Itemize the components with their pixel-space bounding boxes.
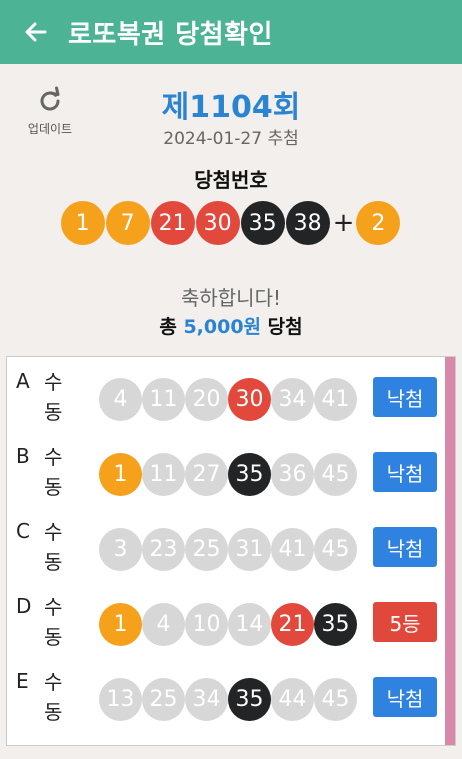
ticket-ball: 41: [271, 528, 314, 571]
ticket-ball: 27: [185, 453, 228, 496]
prize-suffix: 당첨: [267, 316, 303, 338]
winning-ball: 38: [285, 201, 330, 245]
ticket-ball: 35: [314, 603, 357, 646]
winning-ball: 30: [195, 201, 240, 245]
back-arrow-icon[interactable]: [14, 10, 58, 54]
ticket-ball: 11: [142, 453, 185, 496]
ticket-numbers: 13 25 34 35 44 45: [99, 678, 357, 721]
ticket-mode: 수동: [44, 595, 63, 649]
ticket-ball: 3: [99, 528, 142, 571]
plus-sign: +: [332, 208, 355, 238]
ticket-letter: A: [16, 369, 30, 393]
draw-round: 제1104회: [161, 90, 301, 125]
ticket-ball: 34: [185, 678, 228, 721]
ticket-ball: 45: [314, 453, 357, 496]
winning-ball: 1: [60, 201, 105, 245]
ticket-mode: 수동: [44, 520, 63, 574]
ticket-ball: 25: [142, 678, 185, 721]
ticket-row: A 수동 4 11 20 30 34 41 낙첨: [7, 357, 445, 432]
ticket-row: B 수동 1 11 27 35 36 45 낙첨: [7, 432, 445, 507]
ticket-ball: 34: [271, 378, 314, 421]
result-badge[interactable]: 낙첨: [373, 527, 437, 567]
ticket-ball: 14: [228, 603, 271, 646]
ticket-letter: B: [16, 444, 30, 468]
ticket-ball: 20: [185, 378, 228, 421]
result-badge[interactable]: 5등: [373, 602, 437, 642]
ticket-ball: 1: [99, 603, 142, 646]
result-badge[interactable]: 낙첨: [373, 677, 437, 717]
ticket-ball: 23: [142, 528, 185, 571]
ticket-row: E 수동 13 25 34 35 44 45 낙첨: [7, 657, 445, 732]
ticket-ball: 13: [99, 678, 142, 721]
winning-ball: 21: [150, 201, 195, 245]
ticket-letter: C: [16, 519, 30, 543]
ticket-letter: E: [16, 669, 29, 693]
ticket-numbers: 4 11 20 30 34 41: [99, 378, 357, 421]
prize-total: 총 5,000원 당첨: [0, 312, 462, 339]
ticket-ball: 4: [142, 603, 185, 646]
ticket-ball: 11: [142, 378, 185, 421]
congrats-message: 축하합니다!: [180, 286, 282, 310]
ticket-ball: 10: [185, 603, 228, 646]
result-badge[interactable]: 낙첨: [373, 452, 437, 492]
ticket-ball: 44: [271, 678, 314, 721]
winning-ball: 35: [240, 201, 285, 245]
ticket-ball: 1: [99, 453, 142, 496]
ticket-row: D 수동 1 4 10 14 21 35 5등: [7, 582, 445, 657]
winning-numbers-label: 당첨번호: [194, 168, 268, 192]
ticket-ball: 45: [314, 528, 357, 571]
prize-prefix: 총: [159, 316, 177, 338]
ticket-ball: 30: [228, 378, 271, 421]
ticket-numbers: 3 23 25 31 41 45: [99, 528, 357, 571]
app-bar: 로또복권 당첨확인: [0, 0, 462, 64]
ticket-mode: 수동: [44, 670, 63, 724]
winning-numbers: 1 7 21 30 35 38 + 2: [0, 201, 462, 245]
ticket-ball: 31: [228, 528, 271, 571]
page-title: 로또복권 당첨확인: [68, 19, 273, 50]
ticket-ball: 35: [228, 678, 271, 721]
ticket-letter: D: [16, 594, 32, 618]
ticket-mode: 수동: [44, 370, 63, 424]
prize-amount: 5,000원: [183, 316, 262, 338]
ticket-row: C 수동 3 23 25 31 41 45 낙첨: [7, 507, 445, 582]
ticket-ball: 25: [185, 528, 228, 571]
ticket-ball: 41: [314, 378, 357, 421]
ticket-ball: 4: [99, 378, 142, 421]
ticket-ball: 21: [271, 603, 314, 646]
draw-date: 2024-01-27 추첨: [163, 129, 299, 149]
ticket-list: A 수동 4 11 20 30 34 41 낙첨 B 수동 1 11 27 35 36 45 낙첨 C 수동 3 23 25…: [6, 356, 456, 746]
bonus-ball: 2: [356, 201, 401, 245]
ticket-ball: 35: [228, 453, 271, 496]
ticket-ball: 45: [314, 678, 357, 721]
ticket-ball: 36: [271, 453, 314, 496]
scrollbar[interactable]: [445, 357, 455, 745]
result-badge[interactable]: 낙첨: [373, 377, 437, 417]
ticket-mode: 수동: [44, 445, 63, 499]
winning-ball: 7: [105, 201, 150, 245]
ticket-numbers: 1 11 27 35 36 45: [99, 453, 357, 496]
ticket-numbers: 1 4 10 14 21 35: [99, 603, 357, 646]
